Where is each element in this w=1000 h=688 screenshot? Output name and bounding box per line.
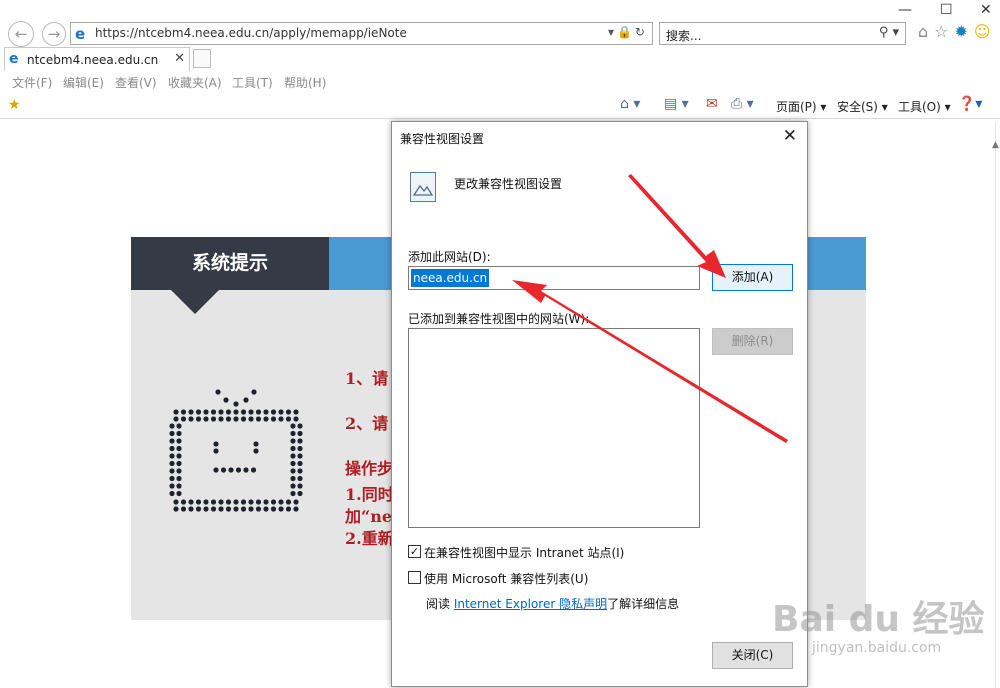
search-input[interactable]: 搜索...: [666, 27, 701, 44]
added-sites-list[interactable]: [408, 328, 700, 528]
dialog-close-icon[interactable]: ✕: [783, 126, 797, 146]
favorites-icon[interactable]: ☆: [934, 22, 954, 41]
add-site-input[interactable]: neea.edu.cn: [408, 266, 700, 290]
site-input-value[interactable]: neea.edu.cn: [411, 269, 490, 287]
mail-icon[interactable]: ✉: [706, 96, 718, 112]
ie-tab-icon: e: [9, 51, 19, 67]
scrollbar[interactable]: [995, 122, 996, 688]
ie-icon: e: [75, 25, 86, 43]
added-sites-label: 已添加到兼容性视图中的网站(W):: [408, 312, 590, 326]
dialog-heading: 更改兼容性视图设置: [454, 177, 563, 191]
privacy-suffix: 了解详细信息: [607, 597, 680, 611]
watermark-url: jingyan.baidu.com: [812, 640, 942, 656]
remove-button[interactable]: 删除(R): [712, 328, 793, 355]
feedback-icon[interactable]: ☺: [974, 22, 997, 41]
help-icon[interactable]: ❓▾: [958, 96, 982, 112]
notice-step-1b: 加“ne: [345, 507, 393, 526]
address-bar[interactable]: e https://ntcebm4.neea.edu.cn/apply/mema…: [70, 22, 653, 45]
page-menu[interactable]: 页面(P) ▾: [776, 98, 826, 115]
menu-help[interactable]: 帮助(H): [284, 74, 326, 91]
search-box[interactable]: 搜索... ⚲ ▾: [659, 22, 906, 45]
forward-icon[interactable]: →: [42, 22, 66, 46]
add-button[interactable]: 添加(A): [712, 264, 793, 291]
search-icon[interactable]: ⚲ ▾: [879, 25, 899, 40]
notice-pointer: [171, 290, 219, 314]
address-url[interactable]: https://ntcebm4.neea.edu.cn/apply/memapp…: [95, 26, 407, 40]
notice-title: 系统提示: [131, 237, 329, 290]
privacy-text: 阅读 Internet Explorer 隐私声明了解详细信息: [426, 595, 679, 612]
menu-edit[interactable]: 编辑(E): [63, 74, 104, 91]
notice-step-heading: 操作步: [345, 459, 394, 478]
new-tab-button[interactable]: [193, 49, 211, 68]
menu-favorites[interactable]: 收藏夹(A): [168, 74, 222, 91]
print-icon[interactable]: ⎙ ▾: [731, 96, 754, 112]
close-window-icon[interactable]: ✕: [980, 2, 992, 18]
notice-step-1: 1.同时: [345, 485, 394, 504]
browser-tab[interactable]: e ntcebm4.neea.edu.cn ✕: [4, 47, 190, 71]
intranet-checkbox[interactable]: ✓: [408, 545, 421, 558]
compat-view-icon: [410, 172, 436, 202]
menu-tools[interactable]: 工具(T): [232, 74, 273, 91]
browser-top-bar: — ☐ ✕ ← → e https://ntcebm4.neea.edu.cn/…: [0, 0, 1000, 47]
tab-title: ntcebm4.neea.edu.cn: [27, 53, 159, 67]
safety-menu[interactable]: 安全(S) ▾: [837, 98, 888, 115]
command-bar: ★ ⌂ ▾ ▤ ▾ ✉ ⎙ ▾ 页面(P) ▾ 安全(S) ▾ 工具(O) ▾ …: [0, 93, 1000, 119]
home-cmd-icon[interactable]: ⌂ ▾: [620, 96, 640, 112]
notice-line-1: 1、请: [345, 369, 389, 388]
minimize-icon[interactable]: —: [898, 2, 912, 18]
add-site-label: 添加此网站(D):: [408, 250, 491, 264]
menu-view[interactable]: 查看(V): [115, 74, 157, 91]
notice-step-2: 2.重新: [345, 529, 394, 548]
mslist-checkbox-label[interactable]: 使用 Microsoft 兼容性列表(U): [424, 570, 588, 587]
privacy-prefix: 阅读: [426, 597, 454, 611]
mslist-checkbox[interactable]: [408, 571, 421, 584]
gear-icon[interactable]: ✹: [955, 22, 974, 41]
toolbar-icons: ⌂☆✹☺: [918, 22, 997, 41]
tools-menu[interactable]: 工具(O) ▾: [898, 98, 951, 115]
watermark-brand: Bai du 经验: [772, 599, 985, 640]
notice-line-2: 2、请: [345, 414, 389, 433]
compat-view-dialog: 兼容性视图设置 ✕ 更改兼容性视图设置 添加此网站(D): neea.edu.c…: [391, 121, 808, 687]
close-tab-icon[interactable]: ✕: [174, 51, 185, 66]
menu-bar: 文件(F) 编辑(E) 查看(V) 收藏夹(A) 工具(T) 帮助(H): [0, 71, 1000, 93]
add-favorite-icon[interactable]: ★: [8, 97, 21, 113]
intranet-checkbox-label[interactable]: 在兼容性视图中显示 Intranet 站点(I): [424, 544, 624, 561]
feeds-icon[interactable]: ▤ ▾: [664, 96, 689, 112]
dialog-title: 兼容性视图设置: [400, 132, 485, 146]
maximize-icon[interactable]: ☐: [940, 2, 953, 18]
menu-file[interactable]: 文件(F): [12, 74, 52, 91]
home-icon[interactable]: ⌂: [918, 22, 934, 41]
address-controls[interactable]: ▾🔒↻: [608, 25, 648, 39]
close-button[interactable]: 关闭(C): [712, 642, 793, 669]
back-icon[interactable]: ←: [8, 21, 34, 47]
tab-row: e ntcebm4.neea.edu.cn ✕: [0, 47, 1000, 71]
privacy-link[interactable]: Internet Explorer 隐私声明: [454, 597, 607, 611]
tv-robot-icon: [169, 389, 303, 512]
scroll-up-icon[interactable]: ▲: [992, 140, 999, 150]
